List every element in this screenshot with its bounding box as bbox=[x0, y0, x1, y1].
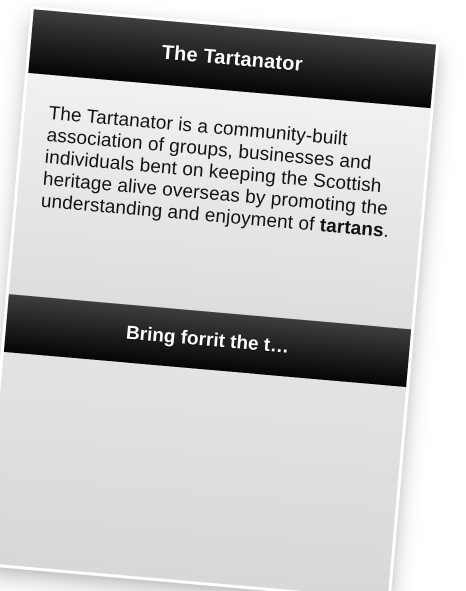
description-section: The Tartanator is a community-built asso… bbox=[8, 73, 431, 330]
description-suffix: . bbox=[382, 220, 390, 243]
app-screen: The Tartanator The Tartanator is a commu… bbox=[0, 6, 440, 591]
bring-forrit-label: Bring forrit the t… bbox=[125, 322, 290, 358]
description-emphasis: tartans bbox=[318, 215, 385, 242]
app-title: The Tartanator bbox=[160, 41, 304, 76]
screenshot-stage: The Tartanator The Tartanator is a commu… bbox=[0, 0, 466, 591]
empty-content-area bbox=[0, 351, 407, 591]
description-text: The Tartanator is a community-built asso… bbox=[40, 103, 406, 244]
